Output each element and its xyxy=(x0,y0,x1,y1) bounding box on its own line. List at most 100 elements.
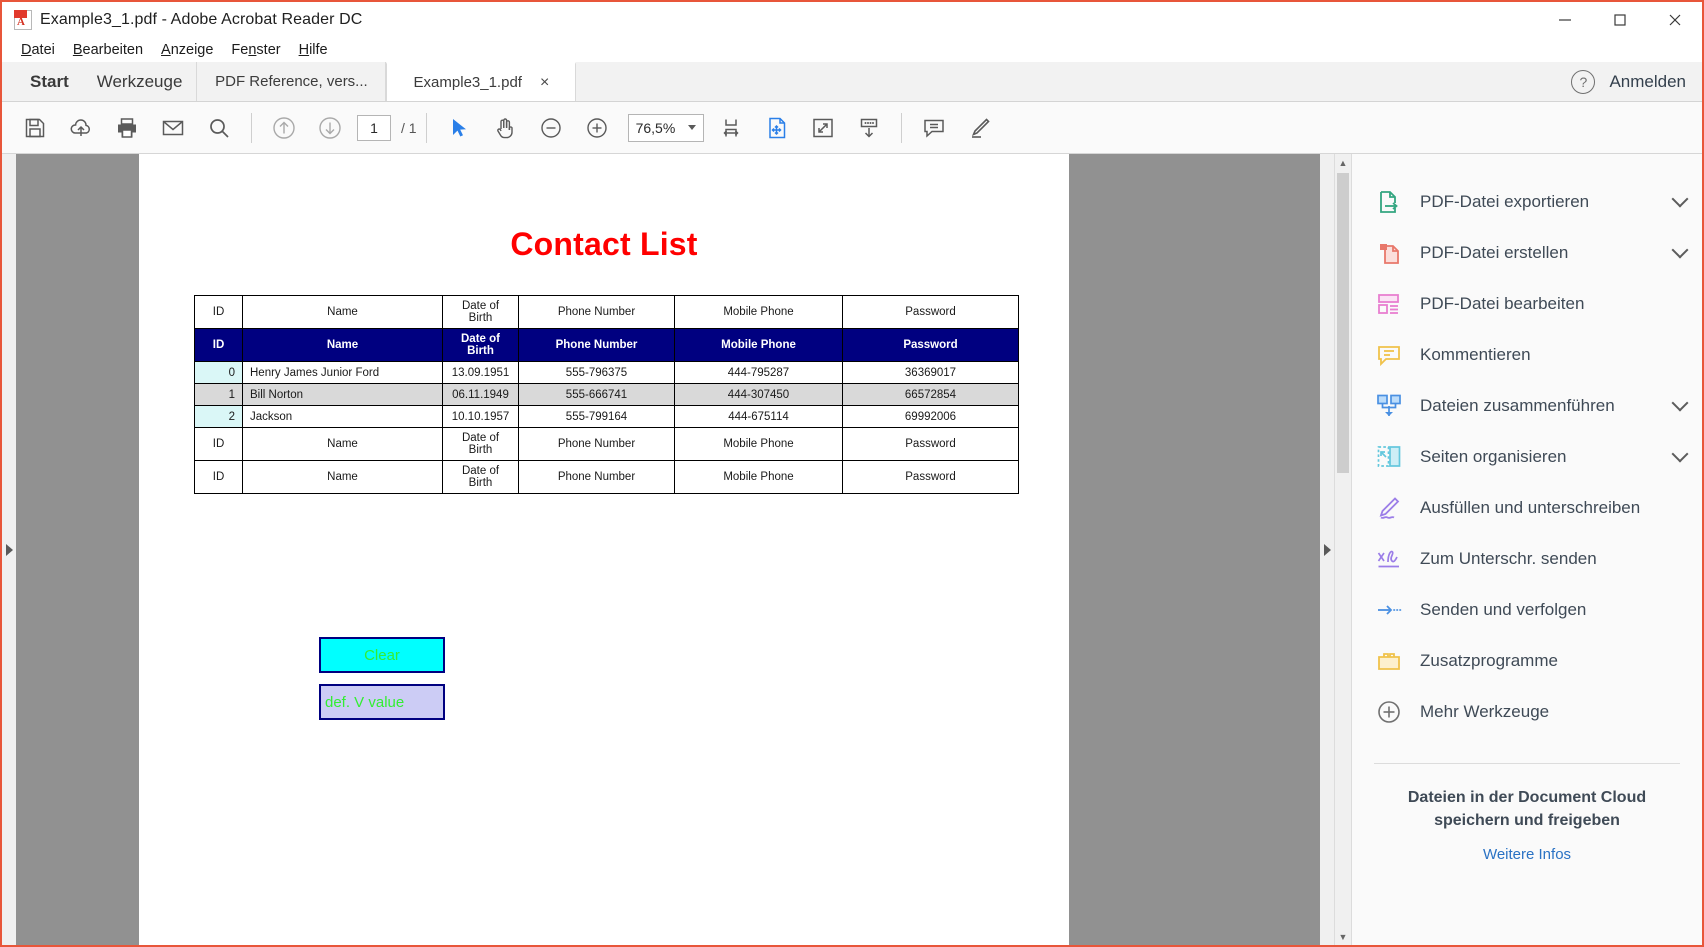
upload-cloud-icon[interactable] xyxy=(62,109,100,147)
tool-create-pdf[interactable]: PDF-Datei erstellen xyxy=(1352,227,1702,278)
chevron-down-icon[interactable] xyxy=(1671,445,1689,463)
close-icon[interactable]: × xyxy=(540,74,549,91)
scrollbar-thumb[interactable] xyxy=(1337,173,1349,473)
footer-cell-phone: Phone Number xyxy=(518,427,675,461)
tool-more-tools[interactable]: Mehr Werkzeuge xyxy=(1352,686,1702,737)
close-button[interactable] xyxy=(1647,2,1702,38)
save-icon[interactable] xyxy=(16,109,54,147)
add-ons-icon xyxy=(1374,646,1404,676)
tool-label: Mehr Werkzeuge xyxy=(1420,701,1550,721)
cell-password: 69992006 xyxy=(842,405,1019,428)
export-pdf-icon xyxy=(1374,187,1404,217)
arrow-up-circle-icon[interactable] xyxy=(265,109,303,147)
scroll-up-icon[interactable]: ▲ xyxy=(1335,154,1351,171)
tab-werkzeuge[interactable]: Werkzeuge xyxy=(83,62,197,102)
header-cell-dob-line2: Birth xyxy=(468,312,493,324)
acrobat-window: A Example3_1.pdf - Adobe Acrobat Reader … xyxy=(0,0,1704,947)
menu-anzeige[interactable]: Anzeige xyxy=(152,40,222,60)
toolbar-divider xyxy=(425,112,427,143)
menu-hilfe[interactable]: Hilfe xyxy=(290,40,337,60)
right-pane-toggle[interactable] xyxy=(1320,154,1334,945)
doc-tab-pdf-reference[interactable]: PDF Reference, vers... xyxy=(196,62,387,101)
cursor-arrow-icon[interactable] xyxy=(440,109,478,147)
table-footer-row: ID Name Date of Birth Phone Number Mobil… xyxy=(194,460,1019,494)
minimize-button[interactable] xyxy=(1537,2,1592,38)
cell-dob: 10.10.1957 xyxy=(442,405,519,428)
fit-width-icon[interactable] xyxy=(712,109,750,147)
page-number-input[interactable]: 1 xyxy=(357,114,391,141)
panel-divider xyxy=(1374,763,1680,764)
menu-bar: Datei Bearbeiten Anzeige Fenster Hilfe xyxy=(2,38,1702,62)
highlight-pen-icon[interactable] xyxy=(961,109,999,147)
hand-icon[interactable] xyxy=(486,109,524,147)
tool-add-ons[interactable]: Zusatzprogramme xyxy=(1352,635,1702,686)
tool-label: Seiten organisieren xyxy=(1420,446,1567,466)
doc-tab-example3-1[interactable]: Example3_1.pdf × xyxy=(386,62,577,101)
menu-bearbeiten[interactable]: Bearbeiten xyxy=(64,40,152,60)
footer-cell-dob-line1: Date of xyxy=(461,432,500,444)
default-value-button[interactable]: def. V value xyxy=(319,684,445,720)
print-icon[interactable] xyxy=(108,109,146,147)
search-icon[interactable] xyxy=(200,109,238,147)
chevron-down-icon[interactable] xyxy=(1671,190,1689,208)
clear-button[interactable]: Clear xyxy=(319,637,445,673)
left-pane-toggle[interactable] xyxy=(2,154,16,945)
chevron-right-icon xyxy=(5,543,13,556)
maximize-button[interactable] xyxy=(1592,2,1647,38)
footer-cell-password: Password xyxy=(842,460,1019,494)
cell-id: 0 xyxy=(194,361,243,384)
tool-edit-pdf[interactable]: PDF-Datei bearbeiten xyxy=(1352,278,1702,329)
pdf-document-icon: A xyxy=(14,10,32,30)
cell-phone: 555-796375 xyxy=(518,361,675,384)
menu-fenster[interactable]: Fenster xyxy=(222,40,289,60)
create-pdf-icon xyxy=(1374,238,1404,268)
help-icon[interactable]: ? xyxy=(1571,69,1596,94)
send-for-signature-icon xyxy=(1374,544,1404,574)
zoom-in-icon[interactable] xyxy=(578,109,616,147)
scroll-down-icon[interactable]: ▼ xyxy=(1335,928,1351,945)
tools-panel: PDF-Datei exportieren PDF-Datei erstelle… xyxy=(1351,154,1702,945)
scroll-down-icon[interactable] xyxy=(850,109,888,147)
contact-list-table: ID Name Date of Birth Phone Number Mobil… xyxy=(194,295,1019,494)
zoom-level-select[interactable]: 76,5% xyxy=(627,113,704,142)
cell-mobile: 444-795287 xyxy=(674,361,843,384)
header-cell-dob: Date of Birth xyxy=(442,295,519,329)
chevron-down-icon[interactable] xyxy=(1671,394,1689,412)
table-row[interactable]: 0 Henry James Junior Ford 13.09.1951 555… xyxy=(194,361,1019,384)
header-cell-id: ID xyxy=(194,328,243,362)
table-header-row-plain: ID Name Date of Birth Phone Number Mobil… xyxy=(194,295,1019,329)
header-cell-mobile: Mobile Phone xyxy=(674,328,843,362)
cell-dob: 13.09.1951 xyxy=(442,361,519,384)
menu-datei[interactable]: Datei xyxy=(12,40,64,60)
comment-icon[interactable] xyxy=(915,109,953,147)
fullscreen-icon[interactable] xyxy=(804,109,842,147)
cell-phone: 555-799164 xyxy=(518,405,675,428)
vertical-scrollbar[interactable]: ▲ ▼ xyxy=(1334,154,1351,945)
tool-comment[interactable]: Kommentieren xyxy=(1352,329,1702,380)
cell-mobile: 444-307450 xyxy=(674,383,843,406)
header-cell-name: Name xyxy=(242,328,443,362)
table-row[interactable]: 1 Bill Norton 06.11.1949 555-666741 444-… xyxy=(194,383,1019,406)
tool-label: Zusatzprogramme xyxy=(1420,650,1558,670)
footer-cell-mobile: Mobile Phone xyxy=(674,460,843,494)
tool-send-and-track[interactable]: Senden und verfolgen xyxy=(1352,584,1702,635)
fit-page-icon[interactable] xyxy=(758,109,796,147)
chevron-down-icon[interactable] xyxy=(687,125,696,130)
table-row[interactable]: 2 Jackson 10.10.1957 555-799164 444-6751… xyxy=(194,405,1019,428)
chevron-right-icon xyxy=(1323,543,1331,556)
chevron-down-icon[interactable] xyxy=(1671,241,1689,259)
zoom-out-icon[interactable] xyxy=(532,109,570,147)
tool-combine-files[interactable]: Dateien zusammenführen xyxy=(1352,380,1702,431)
tool-send-for-signature[interactable]: Zum Unterschr. senden xyxy=(1352,533,1702,584)
comment-bubble-icon xyxy=(1374,340,1404,370)
arrow-down-circle-icon[interactable] xyxy=(311,109,349,147)
tool-fill-and-sign[interactable]: Ausfüllen und unterschreiben xyxy=(1352,482,1702,533)
sign-in-button[interactable]: Anmelden xyxy=(1609,72,1686,92)
email-icon[interactable] xyxy=(154,109,192,147)
clear-button-label: Clear xyxy=(364,646,400,664)
more-info-link[interactable]: Weitere Infos xyxy=(1352,846,1702,863)
tool-export-pdf[interactable]: PDF-Datei exportieren xyxy=(1352,176,1702,227)
tab-start[interactable]: Start xyxy=(16,62,83,102)
tool-organize-pages[interactable]: Seiten organisieren xyxy=(1352,431,1702,482)
window-title: Example3_1.pdf - Adobe Acrobat Reader DC xyxy=(40,11,363,28)
